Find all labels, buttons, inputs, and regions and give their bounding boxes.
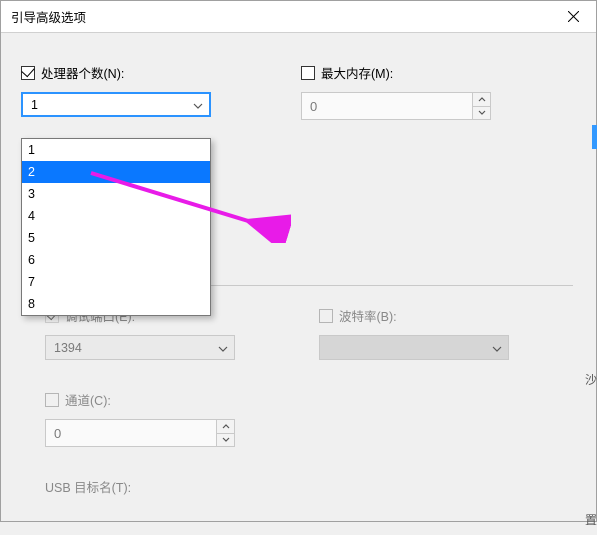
dropdown-option[interactable]: 4 xyxy=(22,205,210,227)
maxmem-checkbox[interactable] xyxy=(301,66,315,80)
chevron-down-icon xyxy=(193,98,203,112)
baud-label: 波特率(B): xyxy=(339,306,397,325)
spinner-down-button[interactable] xyxy=(217,434,234,447)
channel-checkbox[interactable] xyxy=(45,393,59,407)
edge-char: 沙 xyxy=(585,371,597,388)
maxmem-section: 最大内存(M): 0 xyxy=(301,63,491,120)
edge-char2: 置 xyxy=(585,511,597,528)
spinner-up-button[interactable] xyxy=(473,93,490,107)
debug-group: 调试端口(E): 1394 波特率(B): xyxy=(31,285,573,535)
title-bar: 引导高级选项 xyxy=(1,1,596,33)
maxmem-spinner[interactable]: 0 xyxy=(301,92,491,120)
baud-section: 波特率(B): xyxy=(319,306,509,360)
chevron-down-icon xyxy=(218,341,228,355)
channel-value: 0 xyxy=(46,420,216,446)
processors-combobox[interactable]: 1 xyxy=(21,92,211,117)
close-icon xyxy=(568,11,579,22)
processors-checkbox[interactable] xyxy=(21,66,35,80)
usb-section: USB 目标名(T): xyxy=(45,477,131,496)
processors-dropdown-popup: 1 2 3 4 5 6 7 8 xyxy=(21,138,211,316)
processors-label: 处理器个数(N): xyxy=(41,63,124,82)
spinner-buttons xyxy=(472,93,490,119)
dialog-window: 引导高级选项 处理器个数(N): 1 xyxy=(0,0,597,522)
channel-label: 通道(C): xyxy=(65,390,111,409)
spinner-down-button[interactable] xyxy=(473,107,490,120)
spinner-buttons xyxy=(216,420,234,446)
maxmem-label: 最大内存(M): xyxy=(321,63,393,82)
dropdown-option[interactable]: 3 xyxy=(22,183,210,205)
baud-combobox[interactable] xyxy=(319,335,509,360)
dropdown-option[interactable]: 6 xyxy=(22,249,210,271)
chevron-down-icon xyxy=(492,341,502,355)
close-button[interactable] xyxy=(550,1,596,33)
channel-section: 通道(C): 0 xyxy=(45,390,235,447)
edge-clip: 沙 置 xyxy=(589,41,597,521)
dropdown-option[interactable]: 1 xyxy=(22,139,210,161)
dropdown-option[interactable]: 5 xyxy=(22,227,210,249)
dropdown-option[interactable]: 2 xyxy=(22,161,210,183)
processors-combobox-value: 1 xyxy=(31,98,38,112)
processors-section: 处理器个数(N): 1 xyxy=(21,63,211,120)
debugport-value: 1394 xyxy=(54,341,82,355)
usb-label: USB 目标名(T): xyxy=(45,481,131,495)
dialog-content: 处理器个数(N): 1 最大内存(M): 0 xyxy=(1,33,596,152)
spinner-up-button[interactable] xyxy=(217,420,234,434)
channel-spinner[interactable]: 0 xyxy=(45,419,235,447)
baud-checkbox[interactable] xyxy=(319,309,333,323)
debugport-combobox[interactable]: 1394 xyxy=(45,335,235,360)
dropdown-option[interactable]: 7 xyxy=(22,271,210,293)
edge-blue-strip xyxy=(592,125,597,149)
dropdown-option[interactable]: 8 xyxy=(22,293,210,315)
dialog-title: 引导高级选项 xyxy=(11,7,86,26)
maxmem-value: 0 xyxy=(302,93,472,119)
